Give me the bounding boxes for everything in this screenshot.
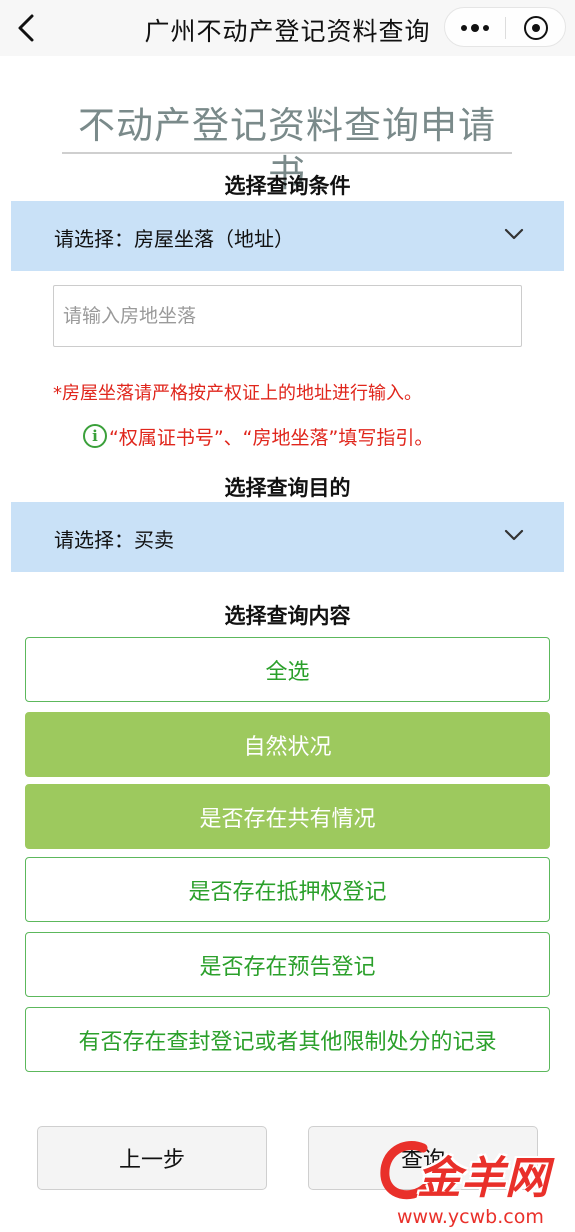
chevron-down-icon bbox=[504, 228, 524, 240]
option-natural-status[interactable]: 自然状况 bbox=[25, 712, 550, 777]
address-warning: *房屋坐落请严格按产权证上的地址进行输入。 bbox=[53, 383, 422, 404]
mini-program-capsule bbox=[444, 7, 566, 47]
address-input[interactable] bbox=[53, 285, 522, 347]
condition-section-title: 选择查询条件 bbox=[224, 174, 351, 198]
option-label: 全选 bbox=[265, 659, 310, 685]
option-label: 有否存在查封登记或者其他限制处分的记录 bbox=[78, 1029, 497, 1055]
fill-guide-link[interactable]: i “权属证书号”、“房地坐落”填写指引。 bbox=[83, 421, 433, 451]
close-mini-program-button[interactable] bbox=[506, 8, 566, 48]
option-seizure-restriction[interactable]: 有否存在查封登记或者其他限制处分的记录 bbox=[25, 1007, 550, 1072]
condition-select-value: 请选择：房屋坐落（地址） bbox=[54, 227, 294, 251]
more-button[interactable] bbox=[445, 8, 505, 48]
fill-guide-text: “权属证书号”、“房地坐落”填写指引。 bbox=[109, 426, 434, 449]
purpose-section-title: 选择查询目的 bbox=[224, 476, 351, 500]
nav-bar: 广州不动产登记资料查询 bbox=[0, 0, 575, 56]
content-section-title: 选择查询内容 bbox=[224, 604, 351, 628]
purpose-select[interactable]: 请选择：买卖 bbox=[11, 502, 564, 572]
option-co-ownership[interactable]: 是否存在共有情况 bbox=[25, 784, 550, 849]
watermark-url: www.ycwb.com bbox=[397, 1206, 544, 1228]
watermark: 金羊网 www.ycwb.com bbox=[375, 1136, 575, 1232]
page-title: 不动产登记资料查询申请书 bbox=[62, 102, 512, 195]
option-label: 是否存在抵押权登记 bbox=[188, 879, 387, 905]
prev-step-button[interactable]: 上一步 bbox=[37, 1126, 267, 1190]
option-label: 是否存在预告登记 bbox=[199, 954, 376, 980]
option-advance-notice[interactable]: 是否存在预告登记 bbox=[25, 932, 550, 997]
watermark-logo-text: 金羊网 bbox=[417, 1153, 549, 1204]
option-label: 是否存在共有情况 bbox=[199, 806, 376, 832]
more-dots-icon bbox=[461, 25, 467, 31]
condition-select[interactable]: 请选择：房屋坐落（地址） bbox=[11, 201, 564, 271]
option-label: 自然状况 bbox=[243, 734, 332, 760]
info-icon: i bbox=[83, 424, 107, 448]
target-icon bbox=[524, 16, 548, 40]
option-mortgage[interactable]: 是否存在抵押权登记 bbox=[25, 857, 550, 922]
option-select-all[interactable]: 全选 bbox=[25, 637, 550, 702]
chevron-down-icon bbox=[504, 529, 524, 541]
purpose-select-value: 请选择：买卖 bbox=[54, 528, 174, 552]
